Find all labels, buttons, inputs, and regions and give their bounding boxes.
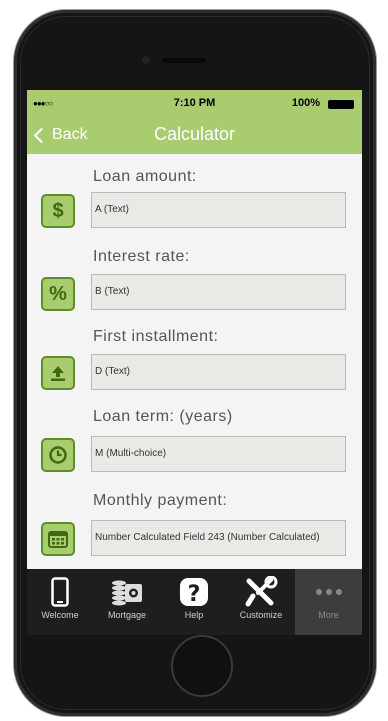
tab-label: Customize (239, 610, 283, 620)
tab-label: More (318, 610, 339, 620)
loan-term-select[interactable]: M (Multi-choice) (91, 436, 346, 472)
tab-label: Help (184, 610, 204, 620)
status-bar: ●●●○○ 7:10 PM 100% (27, 90, 362, 116)
tab-label: Mortgage (107, 610, 147, 620)
monthly-payment-field[interactable]: Number Calculated Field 243 (Number Calc… (91, 520, 346, 556)
field-label: Loan amount: (93, 168, 197, 185)
loan-amount-input[interactable]: A (Text) (91, 192, 346, 228)
form-content: Loan amount: $ A (Text) Interest rate: %… (27, 154, 362, 569)
first-installment-input[interactable]: D (Text) (91, 354, 346, 390)
field-label: First installment: (93, 328, 219, 345)
battery-percent: 100% (291, 97, 320, 109)
tab-bar: Welcome Mortgage ? Help Customize More (27, 569, 362, 635)
upload-icon (41, 356, 75, 390)
tab-customize[interactable]: Customize (228, 569, 294, 635)
field-label: Interest rate: (93, 248, 190, 265)
home-button[interactable] (171, 635, 233, 697)
app-screen: ●●●○○ 7:10 PM 100% Back Calculator Loan … (27, 90, 362, 635)
battery-icon (328, 100, 354, 109)
tab-welcome[interactable]: Welcome (27, 569, 93, 635)
money-icon (94, 574, 160, 610)
question-icon: ? (161, 574, 227, 610)
svg-text:?: ? (188, 582, 201, 607)
tab-label: Welcome (41, 610, 79, 620)
interest-rate-input[interactable]: B (Text) (91, 274, 346, 310)
nav-bar: Back Calculator (27, 116, 362, 154)
speaker-grille (162, 58, 206, 63)
clock-icon (41, 438, 75, 472)
percent-icon: % (41, 277, 75, 311)
phone-icon (27, 574, 93, 610)
more-icon (295, 574, 362, 610)
tab-more[interactable]: More (295, 569, 362, 635)
dollar-icon: $ (41, 194, 75, 228)
camera-icon (142, 56, 150, 64)
tools-icon (228, 574, 294, 610)
page-title: Calculator (153, 124, 236, 144)
tab-mortgage[interactable]: Mortgage (94, 569, 160, 635)
calendar-icon (41, 522, 75, 556)
tab-help[interactable]: ? Help (161, 569, 227, 635)
field-label: Monthly payment: (93, 492, 228, 509)
field-label: Loan term: (years) (93, 408, 233, 425)
